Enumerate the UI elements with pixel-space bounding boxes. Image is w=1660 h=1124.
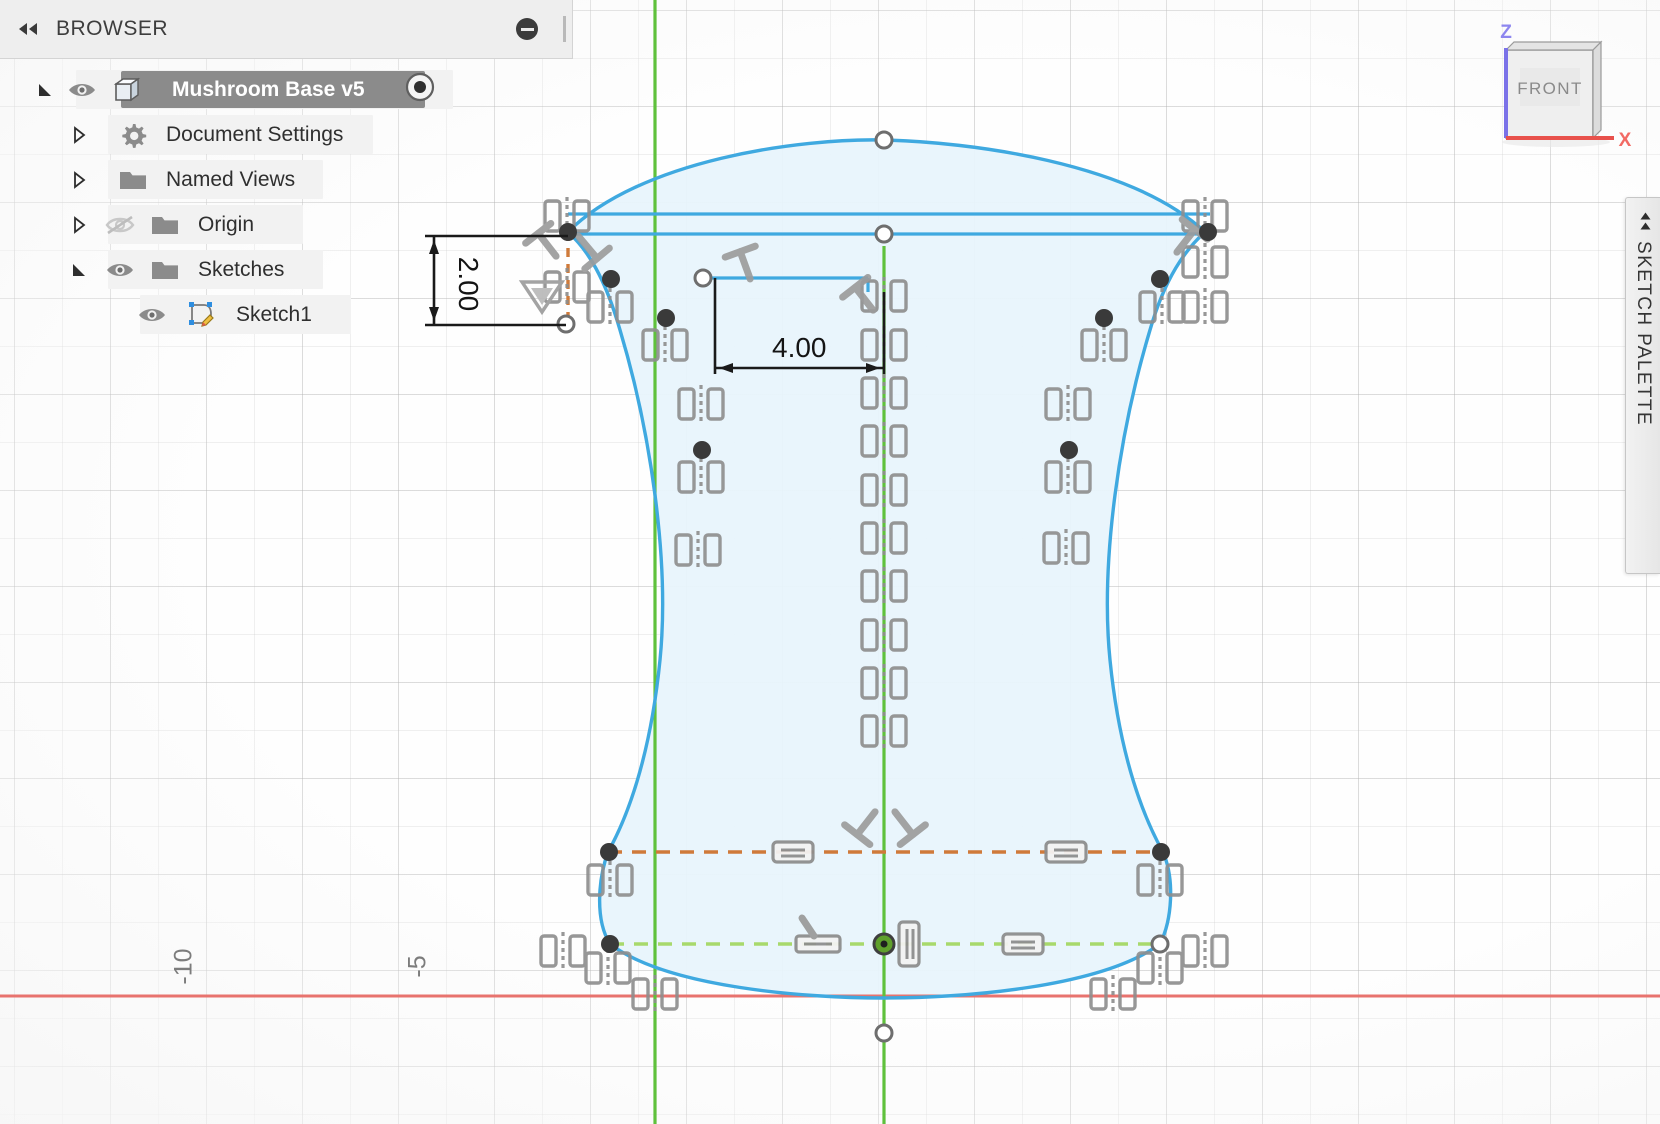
folder-icon	[110, 168, 156, 192]
folder-icon	[142, 258, 188, 282]
eye-visible-icon[interactable]	[130, 305, 174, 325]
sketch-palette-label: SKETCH PALETTE	[1632, 241, 1654, 426]
axis-label-z: Z	[1500, 22, 1512, 43]
grid-label-minus-5: -5	[404, 937, 433, 997]
double-left-arrow-icon[interactable]	[16, 19, 42, 39]
component-cube-icon	[104, 76, 150, 104]
radio-active-icon[interactable]	[403, 70, 437, 110]
tree-item-label: Sketches	[198, 258, 300, 282]
view-cube-face-label: FRONT	[1517, 79, 1583, 98]
gear-icon	[110, 121, 156, 149]
eye-hidden-icon[interactable]	[98, 214, 142, 236]
twisty-collapsed-icon[interactable]	[64, 120, 94, 150]
double-arrow-icon[interactable]	[1634, 210, 1653, 234]
dimension-value-4[interactable]: 4.00	[772, 332, 827, 364]
panel-resize-grip[interactable]	[563, 16, 566, 42]
tree-item-label: Sketch1	[236, 303, 328, 327]
sketch-palette-tab[interactable]: SKETCH PALETTE	[1625, 197, 1660, 574]
eye-visible-icon[interactable]	[98, 260, 142, 280]
axis-label-x: X	[1619, 130, 1632, 151]
twisty-collapsed-icon[interactable]	[64, 165, 94, 195]
sketch-icon	[178, 300, 224, 330]
browser-panel[interactable]: BROWSER	[0, 0, 573, 337]
browser-tree[interactable]: Mushroom Base v5	[0, 59, 573, 337]
browser-title: BROWSER	[56, 17, 168, 41]
tree-item-sketch1[interactable]: Sketch1	[0, 292, 573, 337]
twisty-expanded-icon[interactable]	[64, 255, 94, 285]
tree-item-sketches[interactable]: Sketches	[0, 247, 573, 292]
tree-item-label: Named Views	[166, 168, 311, 192]
tree-item-label: Mushroom Base v5	[172, 78, 381, 102]
eye-visible-icon[interactable]	[60, 80, 104, 100]
twisty-collapsed-icon[interactable]	[64, 210, 94, 240]
folder-icon	[142, 213, 188, 237]
twisty-expanded-icon[interactable]	[30, 75, 60, 105]
browser-header[interactable]: BROWSER	[0, 0, 573, 59]
tree-item-label: Document Settings	[166, 123, 359, 147]
tree-item-document-settings[interactable]: Document Settings	[0, 112, 573, 157]
tree-item-mushroom-base[interactable]: Mushroom Base v5	[0, 67, 573, 112]
grid-label-minus-10: -10	[170, 937, 199, 997]
minimize-circle-icon[interactable]	[516, 18, 538, 40]
fusion360-sketch-window: 2.00 4.00 -10 -5 FRONT Z X BROWSER	[0, 0, 1660, 1124]
view-cube[interactable]: FRONT Z X	[1488, 22, 1638, 152]
tree-item-label: Origin	[198, 213, 270, 237]
tree-item-named-views[interactable]: Named Views	[0, 157, 573, 202]
tree-item-origin[interactable]: Origin	[0, 202, 573, 247]
